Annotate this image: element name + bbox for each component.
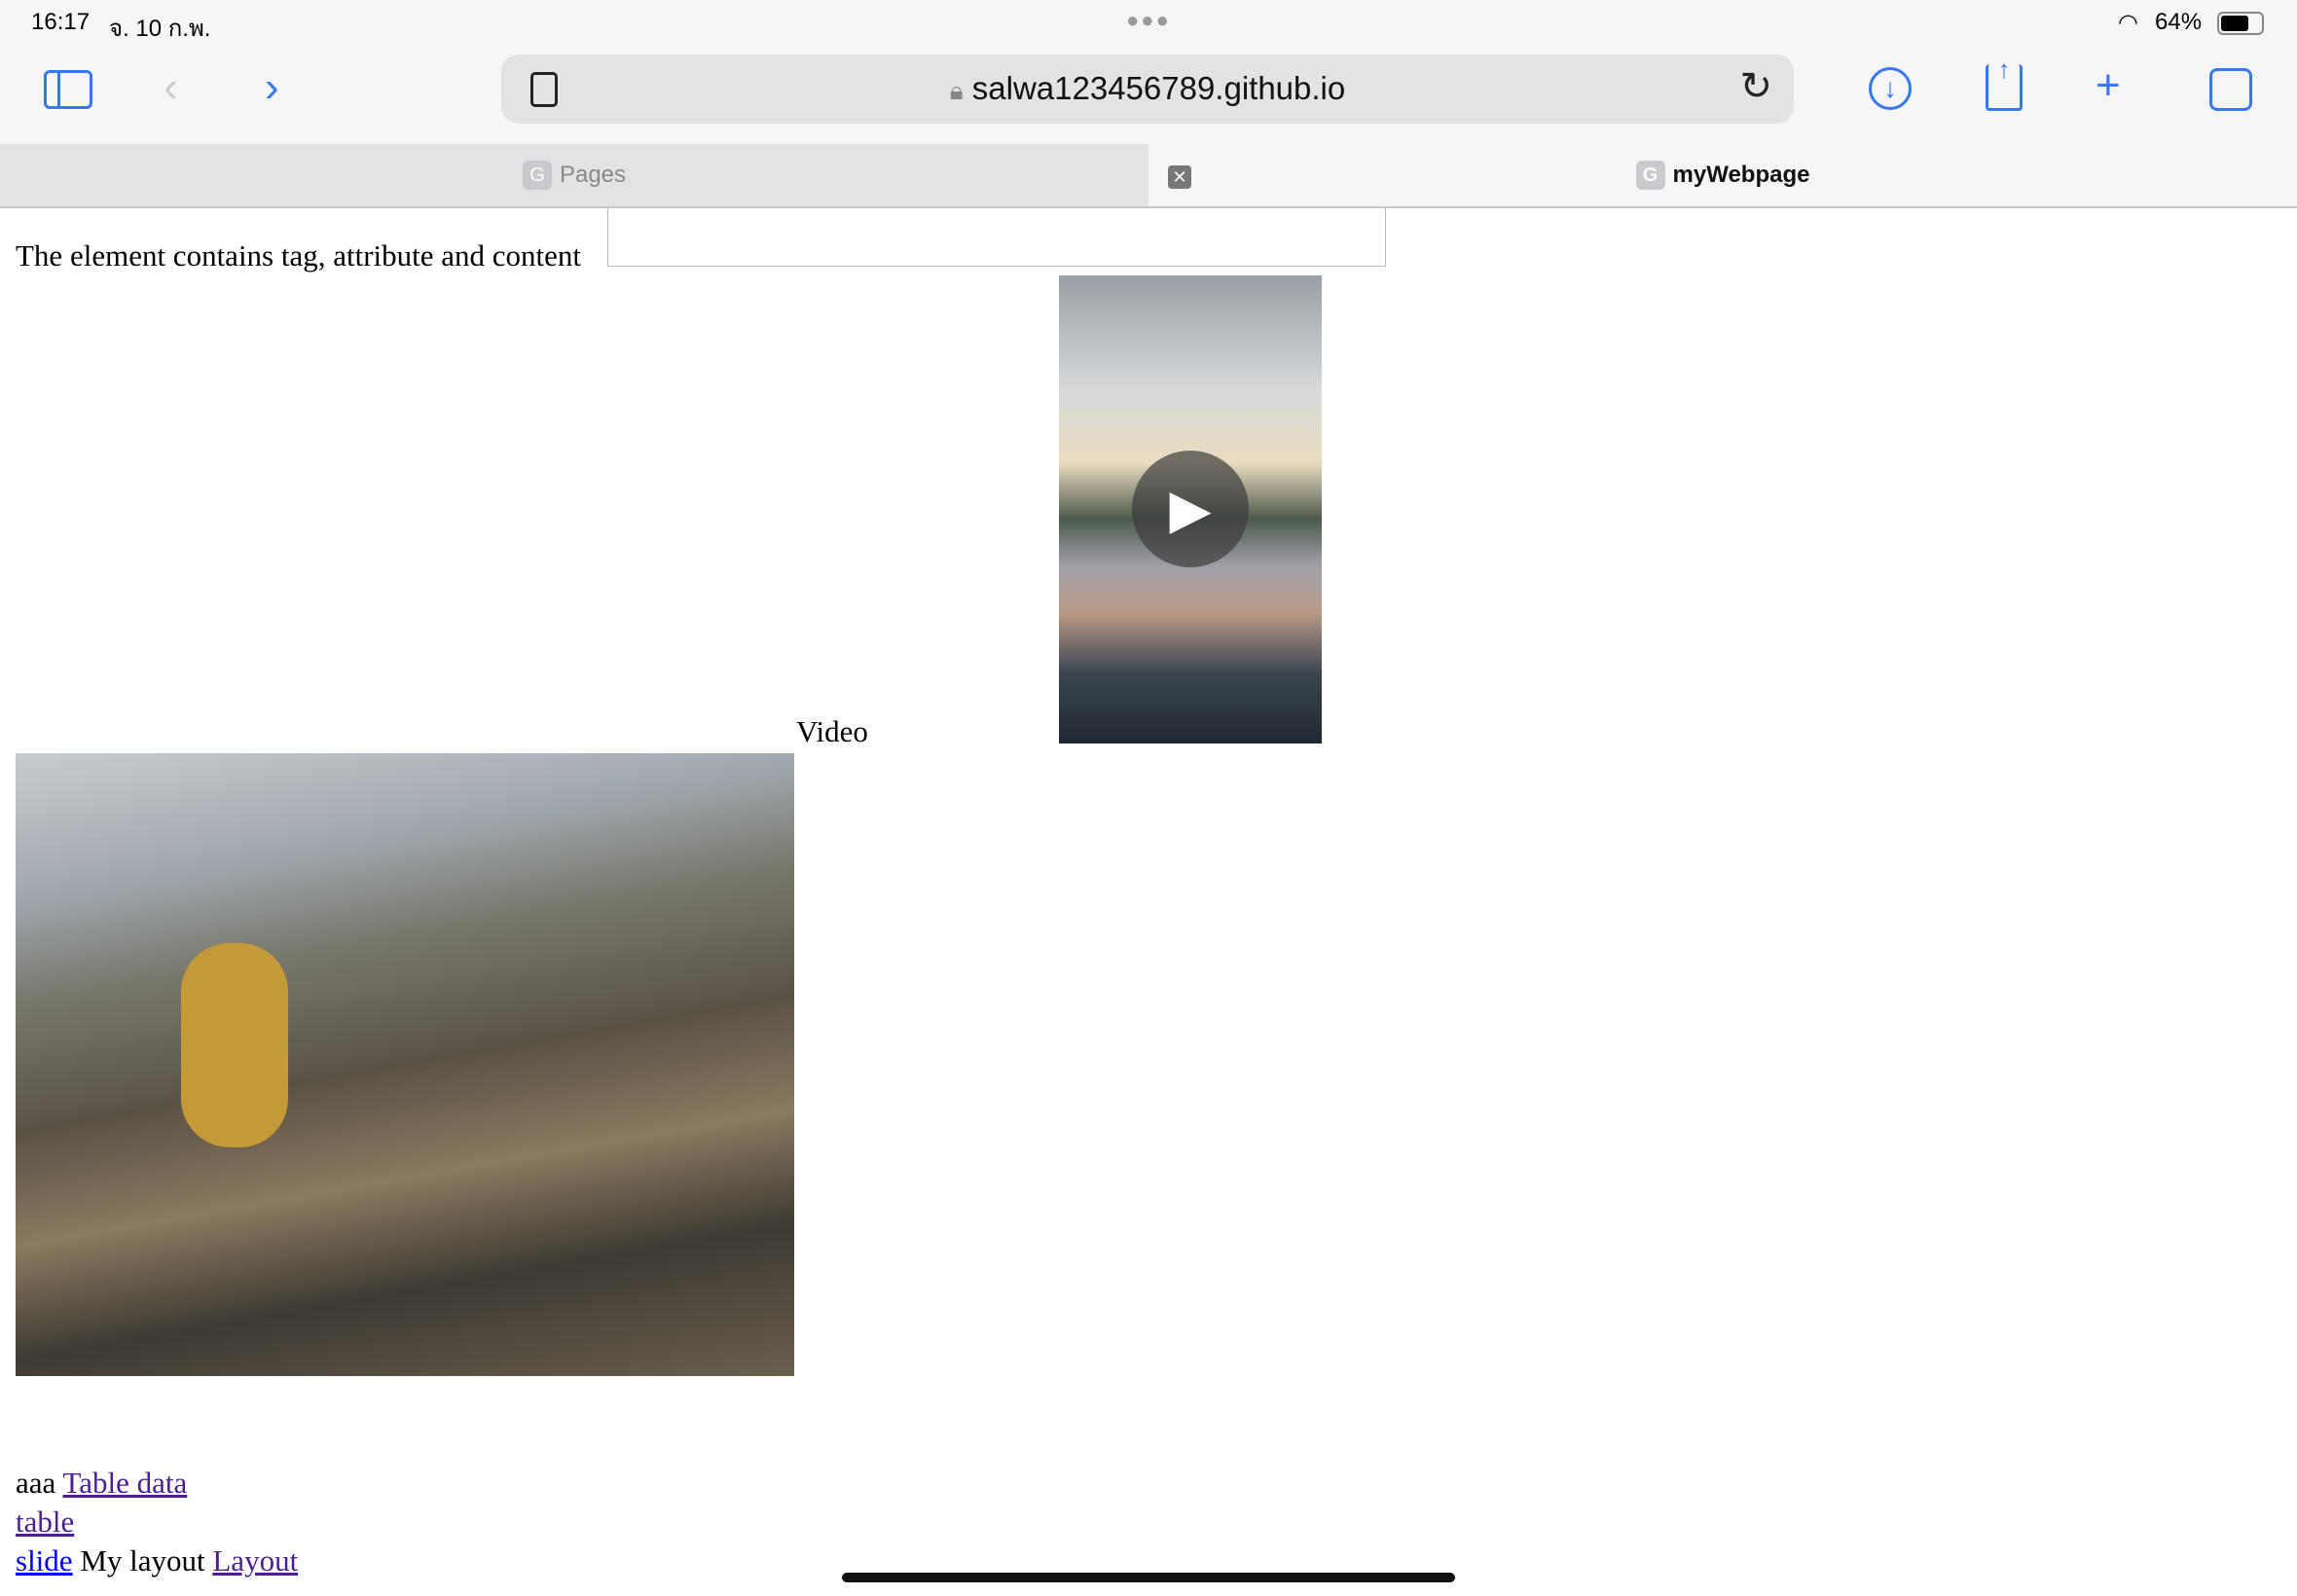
status-time: 16:17 — [31, 9, 91, 35]
reload-icon[interactable]: ↻ — [1739, 64, 1772, 109]
tab-label: Pages — [559, 162, 627, 188]
intro-text: The element contains tag, attribute and … — [16, 238, 582, 272]
close-tab-icon[interactable]: ✕ — [1168, 165, 1191, 189]
iframe-box[interactable] — [607, 208, 1386, 267]
tab-bar: G Pages G myWebpage ✕ — [0, 144, 2297, 208]
lock-icon: 🔒︎ — [949, 76, 964, 105]
table-data-link[interactable]: Table data — [62, 1466, 187, 1500]
play-icon[interactable]: ▶ — [1132, 451, 1249, 567]
sidebar-toggle-icon[interactable] — [44, 70, 92, 109]
links-block: aaa Table data table slide My layout Lay… — [16, 1464, 298, 1580]
new-tab-icon[interactable]: + — [2096, 64, 2121, 107]
tire — [181, 943, 288, 1147]
tab-label: myWebpage — [1672, 162, 1810, 188]
home-indicator[interactable] — [842, 1573, 1455, 1582]
table-link[interactable]: table — [16, 1505, 74, 1539]
battery-percent: 64% — [2155, 9, 2203, 35]
favicon-icon: G — [522, 161, 552, 190]
multitask-dots-icon[interactable]: ●●● — [1126, 8, 1171, 33]
wifi-icon: ◠ — [2118, 10, 2138, 36]
aaa-text: aaa — [16, 1466, 56, 1500]
slide-link[interactable]: slide — [16, 1543, 73, 1578]
layout-link[interactable]: Layout — [212, 1543, 298, 1578]
forward-button[interactable]: › — [265, 66, 279, 109]
video-label: Video — [796, 714, 868, 748]
tab-overview-icon[interactable] — [2209, 68, 2252, 111]
favicon-icon: G — [1635, 161, 1665, 190]
status-date: จ. 10 ก.พ. — [109, 16, 211, 42]
share-icon[interactable]: ↑ — [1986, 56, 2023, 111]
rocks-sea-photo — [16, 753, 794, 1376]
address-bar[interactable]: 🔒︎ salwa123456789.github.io ↻ — [501, 54, 1794, 124]
tab-mywebpage[interactable]: G myWebpage — [1148, 144, 2297, 206]
my-layout-text: My layout — [80, 1543, 205, 1578]
back-button[interactable]: ‹ — [164, 66, 178, 109]
url-text: salwa123456789.github.io — [971, 70, 1346, 106]
battery-icon — [2217, 12, 2264, 35]
video-player[interactable]: ▶ — [1059, 275, 1322, 744]
browser-chrome: 16:17 จ. 10 ก.พ. ●●● ◠ 64% ‹ › 🔒︎ salwa1… — [0, 0, 2297, 144]
tab-pages[interactable]: G Pages — [0, 144, 1148, 206]
download-icon[interactable]: ↓ — [1869, 67, 1912, 110]
